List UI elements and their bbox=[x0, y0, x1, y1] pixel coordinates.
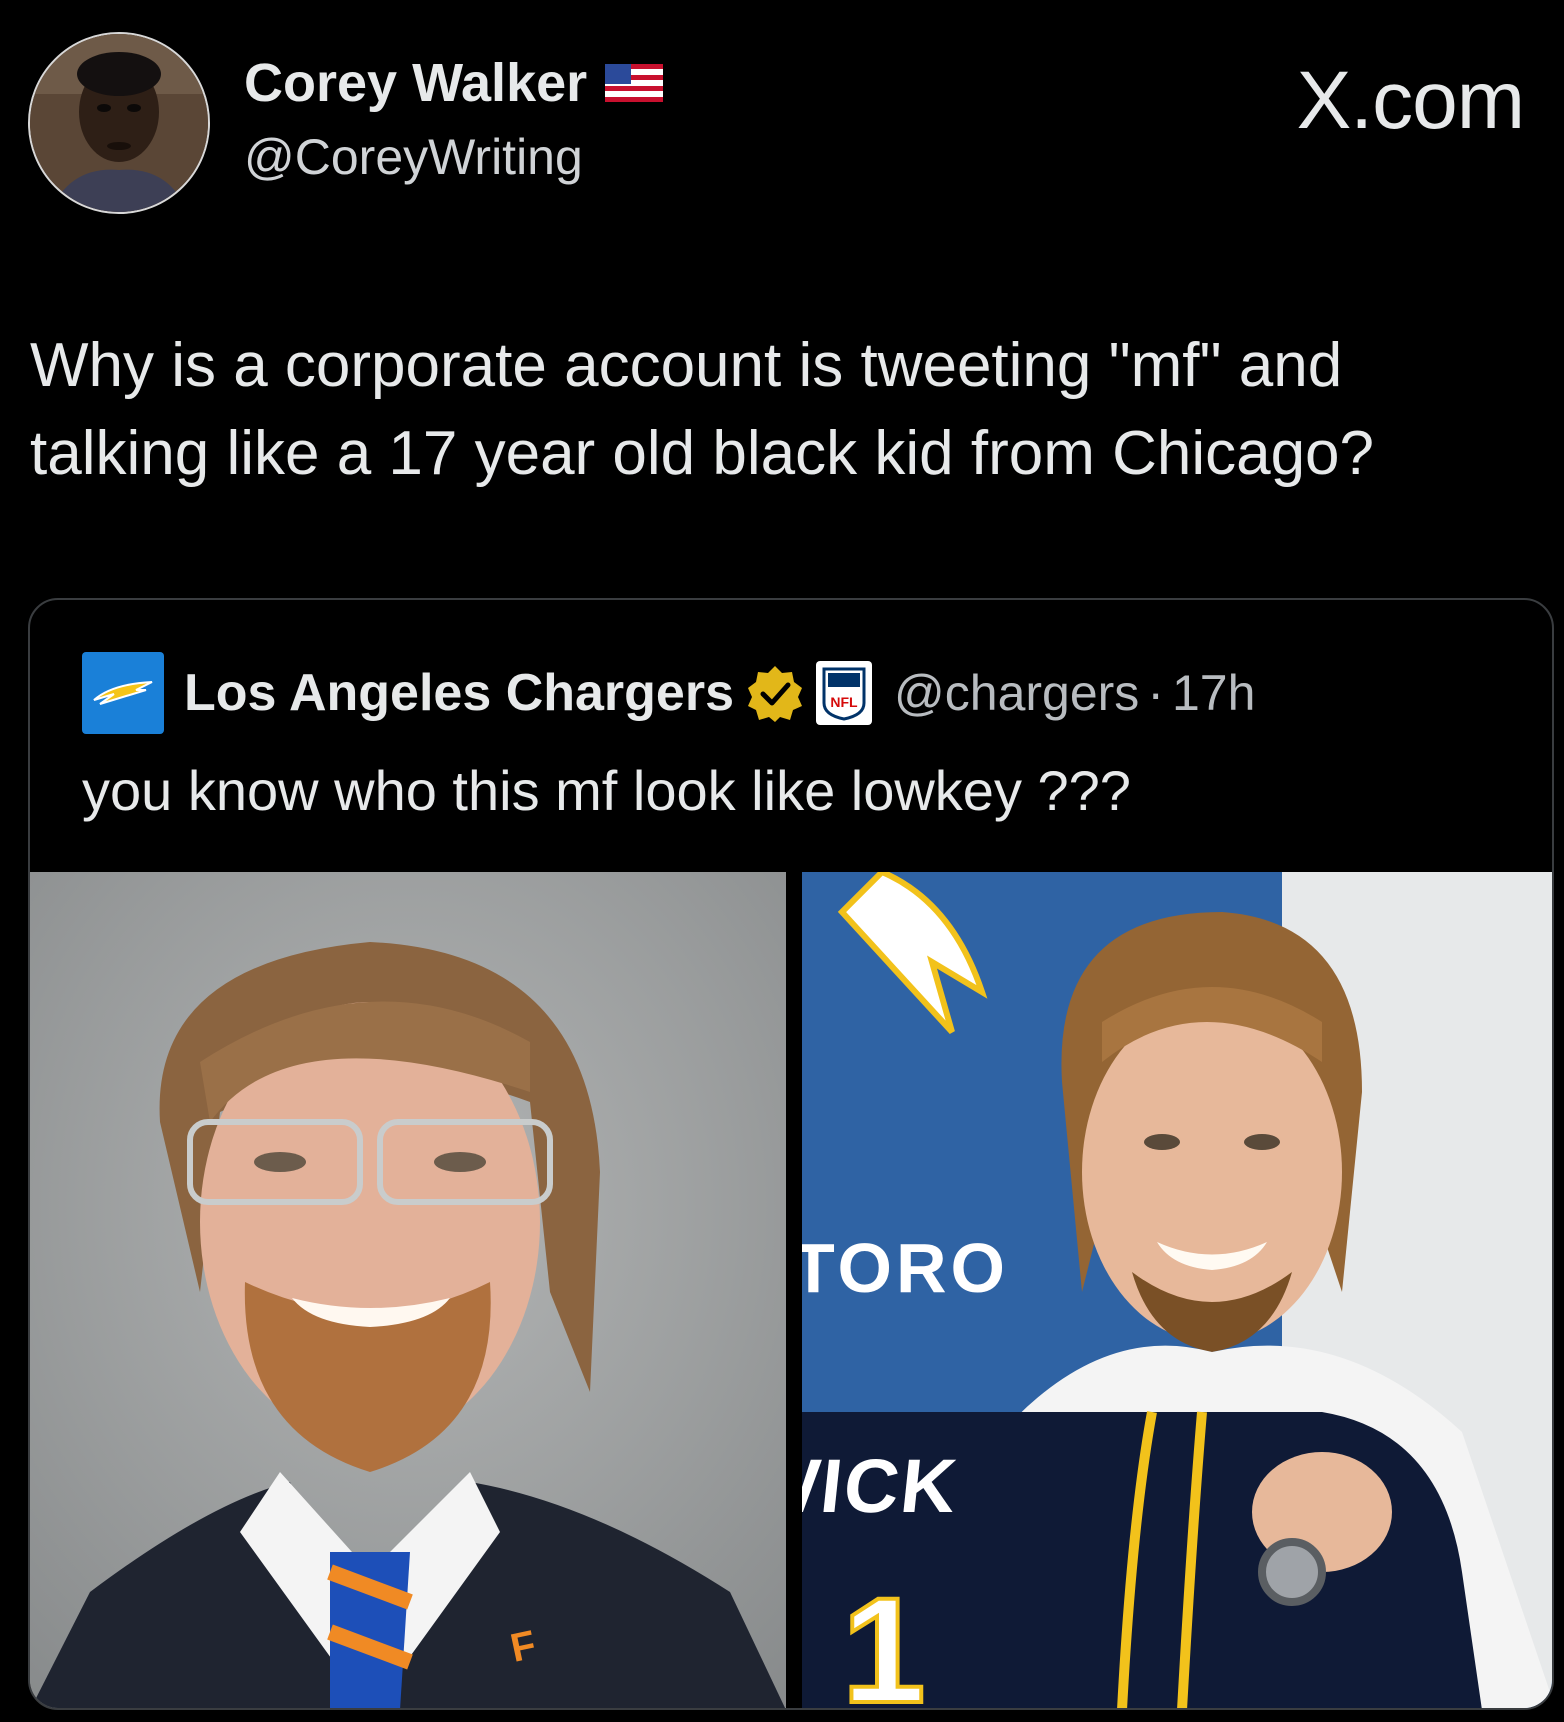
author-handle[interactable]: @CoreyWriting bbox=[244, 128, 583, 186]
svg-text:NFL: NFL bbox=[830, 694, 858, 710]
right-banner-text: TORO bbox=[802, 1229, 1009, 1307]
quoted-tweet-text: you know who this mf look like lowkey ??… bbox=[82, 759, 1131, 822]
tweet-text-line-1: Why is a corporate account is tweeting "… bbox=[30, 331, 1343, 400]
quoted-timestamp[interactable]: 17h bbox=[1172, 664, 1255, 722]
right-jersey-number: 1 bbox=[842, 1566, 925, 1710]
quoted-image-right[interactable]: TORO WICK 1 bbox=[802, 872, 1552, 1710]
quoted-tweet-header: Los Angeles Chargers NFL @chargers · 17h bbox=[82, 652, 1255, 734]
verified-badge-icon bbox=[746, 664, 804, 722]
us-flag-icon bbox=[605, 64, 664, 102]
author-name-row: Corey Walker bbox=[244, 52, 664, 114]
tweet-text-line-2: talking like a 17 year old black kid fro… bbox=[30, 419, 1375, 488]
meta-separator: · bbox=[1147, 665, 1164, 721]
quoted-image-left[interactable]: F bbox=[30, 872, 786, 1708]
brand-watermark: X.com bbox=[1296, 55, 1525, 146]
quoted-author-name[interactable]: Los Angeles Chargers bbox=[184, 663, 734, 723]
right-jersey-name: WICK bbox=[802, 1444, 962, 1529]
tweet-header: Corey Walker @CoreyWriting X.com bbox=[0, 0, 1564, 240]
author-avatar[interactable] bbox=[28, 32, 210, 214]
bolt-icon bbox=[93, 681, 153, 705]
avatar-photo bbox=[30, 34, 208, 212]
quoted-tweet-card[interactable]: Los Angeles Chargers NFL @chargers · 17h… bbox=[28, 598, 1554, 1710]
quoted-author-handle[interactable]: @chargers bbox=[894, 664, 1139, 722]
chargers-logo-avatar[interactable] bbox=[82, 652, 164, 734]
tweet-text: Why is a corporate account is tweeting "… bbox=[30, 322, 1530, 498]
nfl-affiliate-icon: NFL bbox=[816, 661, 873, 725]
author-name[interactable]: Corey Walker bbox=[244, 52, 587, 114]
